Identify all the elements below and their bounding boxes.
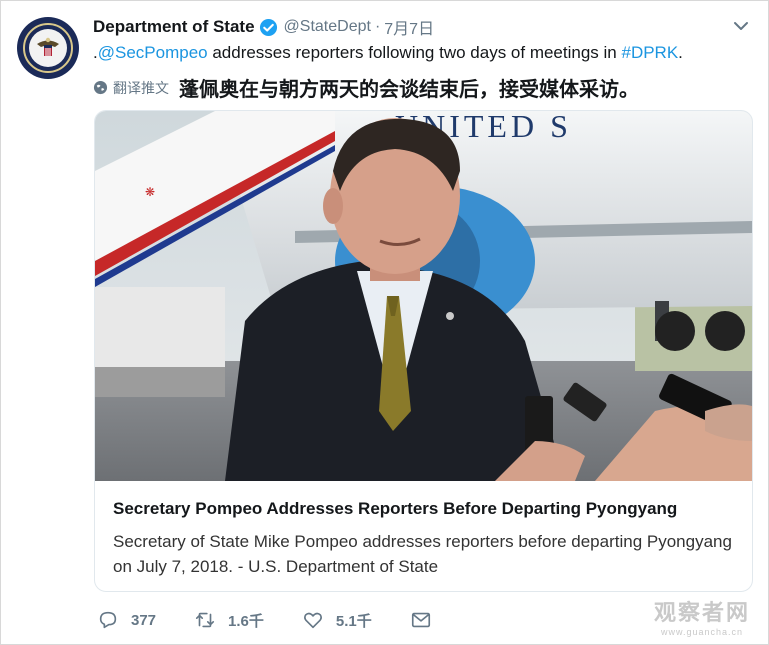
- watermark-main: 观察者网: [653, 600, 750, 625]
- separator-dot: ·: [374, 18, 381, 35]
- envelope-icon: [411, 612, 430, 628]
- tweet-text: . @SecPompeo addresses reporters followin…: [93, 43, 683, 63]
- retweet-count: 1.6千: [228, 612, 264, 630]
- reply-count: 377: [131, 611, 157, 629]
- like-button[interactable]: 5.1千: [302, 609, 372, 631]
- reply-icon: [99, 611, 117, 629]
- tweet-date[interactable]: 7月7日: [384, 15, 434, 39]
- hashtag-link[interactable]: #DPRK: [621, 43, 678, 62]
- retweet-button[interactable]: 1.6千: [194, 609, 264, 631]
- translate-tweet-link[interactable]: 翻译推文: [113, 78, 169, 98]
- tweet-body: addresses reporters following two days o…: [207, 43, 622, 62]
- watermark-url: www.guancha.cn: [660, 627, 744, 637]
- card-description: Secretary of State Mike Pompeo addresses…: [113, 532, 732, 576]
- avatar[interactable]: [17, 17, 79, 79]
- account-name[interactable]: Department of State: [93, 17, 255, 37]
- svg-text:❋: ❋: [145, 185, 155, 199]
- heart-icon: [303, 612, 322, 629]
- tweet-header: Department of State @StateDept · 7月7日: [93, 15, 434, 39]
- verified-badge-icon: [259, 18, 277, 36]
- card-title[interactable]: Secretary Pompeo Addresses Reporters Bef…: [113, 499, 677, 519]
- card-image[interactable]: UNITED S ❋: [95, 111, 752, 481]
- tweet-actions: 377 1.6千 5.1千: [97, 609, 482, 631]
- state-seal-icon: [18, 18, 78, 78]
- link-card[interactable]: UNITED S ❋ Secretary Pompeo Addresses Re…: [94, 110, 753, 592]
- like-count: 5.1千: [335, 612, 372, 630]
- globe-icon: [93, 80, 108, 95]
- chevron-down-icon[interactable]: [732, 19, 750, 33]
- watermark: 观察者网 www.guancha.cn: [654, 595, 750, 637]
- mention-link[interactable]: @SecPompeo: [98, 43, 208, 62]
- reply-button[interactable]: 377: [97, 609, 156, 631]
- account-handle[interactable]: @StateDept: [284, 18, 371, 36]
- tweet-suffix: .: [678, 43, 683, 62]
- direct-message-button[interactable]: [410, 609, 444, 631]
- retweet-icon: [195, 612, 215, 628]
- translate-row: 翻译推文 蓬佩奥在与朝方两天的会谈结束后，接受媒体采访。: [93, 73, 639, 102]
- translated-text: 蓬佩奥在与朝方两天的会谈结束后，接受媒体采访。: [179, 79, 639, 101]
